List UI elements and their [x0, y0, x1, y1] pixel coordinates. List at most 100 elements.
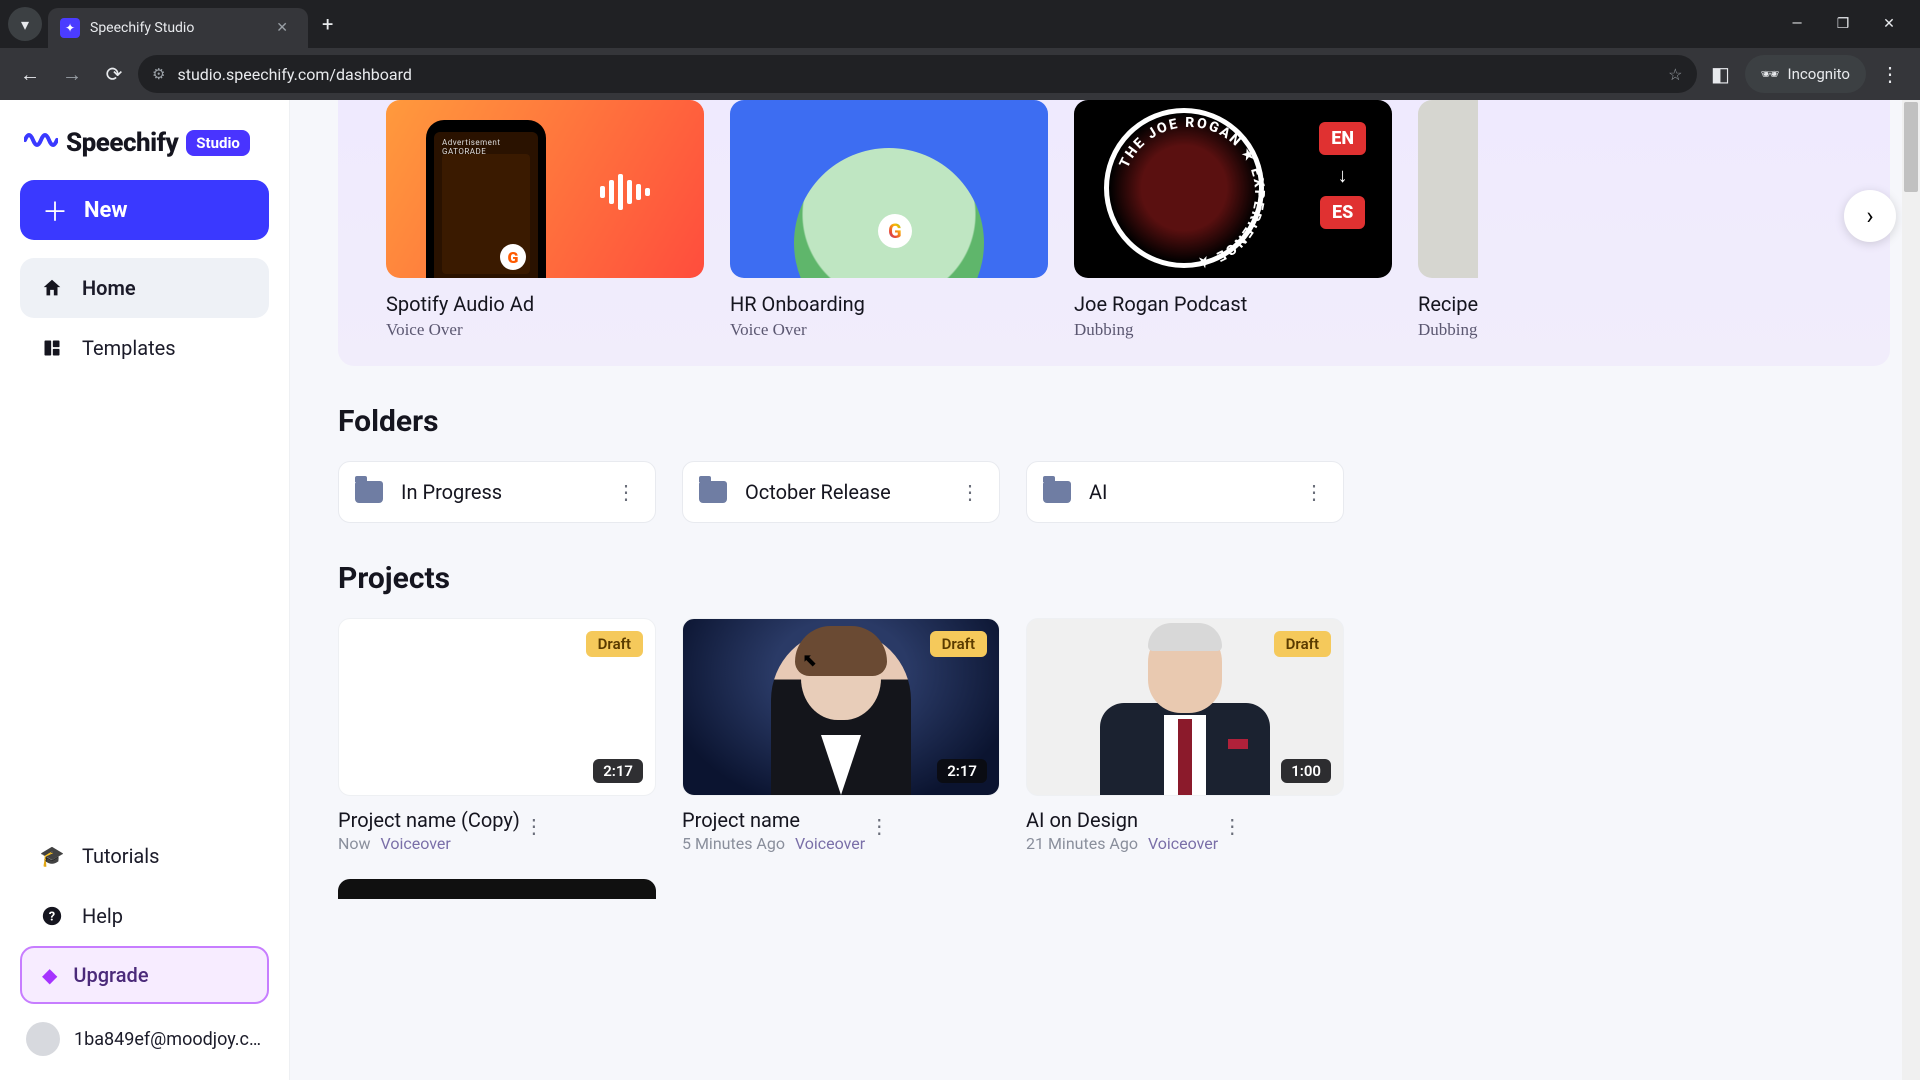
folders-heading: Folders — [338, 404, 1920, 439]
template-thumbnail: Welcome to Google! G — [730, 100, 1048, 278]
svg-text:THE JOE ROGAN ★ EXPERIENCE ★: THE JOE ROGAN ★ EXPERIENCE ★ — [1117, 115, 1267, 271]
project-age: Now — [338, 834, 371, 853]
browser-tab[interactable]: ✦ Speechify Studio ✕ — [48, 8, 308, 48]
template-thumbnail: THE JOE ROGAN ★ EXPERIENCE ★ EN ↓ ES — [1074, 100, 1392, 278]
sidebar-item-label: Help — [82, 904, 123, 928]
project-meta: 5 Minutes Ago Voiceover — [682, 834, 865, 853]
tutorials-icon: 🎓 — [40, 844, 64, 868]
tab-title: Speechify Studio — [90, 20, 268, 36]
browser-menu-icon[interactable]: ⋮ — [1872, 56, 1908, 92]
status-badge: Draft — [586, 631, 643, 657]
scrollbar-thumb[interactable] — [1904, 102, 1918, 192]
project-menu-button[interactable]: ⋮ — [865, 808, 892, 844]
project-menu-button[interactable]: ⋮ — [520, 808, 547, 844]
incognito-indicator[interactable]: 🕶 Incognito — [1745, 55, 1867, 93]
duration-badge: 1:00 — [1281, 759, 1331, 783]
scrollbar-track[interactable] — [1902, 100, 1920, 1080]
carousel-next-button[interactable]: › — [1844, 190, 1896, 242]
template-thumbnail — [1418, 100, 1478, 278]
project-title: Project name (Copy) — [338, 808, 520, 832]
tab-close-icon[interactable]: ✕ — [268, 16, 296, 40]
side-panel-icon[interactable]: ◧ — [1703, 56, 1739, 92]
avatar — [26, 1022, 60, 1056]
account-email: 1ba849ef@moodjoy.c... — [74, 1029, 263, 1050]
window-maximize-icon[interactable]: ❐ — [1820, 16, 1866, 32]
template-card[interactable]: Recipe Dubbing — [1418, 100, 1478, 340]
folder-name: AI — [1089, 480, 1282, 504]
window-close-icon[interactable]: ✕ — [1866, 16, 1912, 32]
template-title: Joe Rogan Podcast — [1074, 292, 1392, 316]
templates-carousel: G Spotify Audio Ad Voice Over Welcome to… — [338, 100, 1890, 366]
folder-menu-button[interactable]: ⋮ — [956, 474, 983, 510]
template-subtitle: Dubbing — [1418, 320, 1478, 340]
folder-menu-button[interactable]: ⋮ — [612, 474, 639, 510]
projects-heading: Projects — [338, 561, 1920, 596]
template-card[interactable]: THE JOE ROGAN ★ EXPERIENCE ★ EN ↓ ES Joe… — [1074, 100, 1392, 340]
site-settings-icon[interactable]: ⚙ — [152, 65, 165, 83]
window-minimize-icon[interactable]: ― — [1774, 16, 1820, 32]
folder-card[interactable]: AI ⋮ — [1026, 461, 1344, 523]
template-card[interactable]: G Spotify Audio Ad Voice Over — [386, 100, 704, 340]
project-card-peek — [338, 879, 656, 899]
template-subtitle: Dubbing — [1074, 320, 1392, 340]
new-button-label: New — [84, 198, 128, 223]
folder-card[interactable]: In Progress ⋮ — [338, 461, 656, 523]
duration-badge: 2:17 — [593, 759, 643, 783]
brand-logo[interactable]: Speechify Studio — [24, 128, 269, 158]
google-logo-icon: G — [878, 214, 912, 248]
svg-text:?: ? — [49, 910, 55, 925]
brand-badge: Studio — [186, 130, 250, 156]
waveform-icon — [598, 170, 654, 224]
brand-word: Speechify — [66, 128, 178, 158]
arrow-down-icon: ↓ — [1338, 163, 1348, 188]
sidebar-item-label: Tutorials — [82, 844, 160, 868]
sidebar-item-home[interactable]: Home — [20, 258, 269, 318]
nav-forward-icon: → — [54, 56, 90, 92]
sidebar-item-help[interactable]: ? Help — [20, 886, 269, 946]
tab-favicon: ✦ — [60, 18, 80, 38]
project-meta: 21 Minutes Ago Voiceover — [1026, 834, 1218, 853]
template-subtitle: Voice Over — [386, 320, 704, 340]
template-card[interactable]: Welcome to Google! G HR Onboarding Voice… — [730, 100, 1048, 340]
sidebar-item-label: Templates — [82, 336, 176, 360]
project-age: 5 Minutes Ago — [682, 834, 785, 853]
plus-icon: ＋ — [42, 192, 68, 229]
project-kind: Voiceover — [1148, 834, 1218, 853]
bookmark-star-icon[interactable]: ☆ — [1668, 65, 1682, 84]
gem-icon: ◆ — [42, 963, 57, 987]
main-content: G Spotify Audio Ad Voice Over Welcome to… — [290, 100, 1920, 1080]
sidebar-item-templates[interactable]: Templates — [20, 318, 269, 378]
browser-tab-strip: ▾ ✦ Speechify Studio ✕ + ― ❐ ✕ — [0, 0, 1920, 48]
url-text: studio.speechify.com/dashboard — [177, 65, 1656, 84]
project-card[interactable]: Draft 2:17 Project name 5 Minutes Ago Vo… — [682, 618, 1000, 899]
upgrade-label: Upgrade — [73, 963, 148, 987]
sidebar: Speechify Studio ＋ New Home Templates 🎓 … — [0, 100, 290, 1080]
template-subtitle: Voice Over — [730, 320, 1048, 340]
folder-icon — [699, 481, 727, 503]
folder-card[interactable]: October Release ⋮ — [682, 461, 1000, 523]
folder-icon — [355, 481, 383, 503]
new-project-button[interactable]: ＋ New — [20, 180, 269, 240]
folder-menu-button[interactable]: ⋮ — [1300, 474, 1327, 510]
logo-mark-icon — [24, 128, 58, 158]
sidebar-item-label: Home — [82, 276, 136, 300]
nav-back-icon[interactable]: ← — [12, 56, 48, 92]
project-thumbnail: Draft 2:17 — [682, 618, 1000, 796]
tab-search-button[interactable]: ▾ — [8, 7, 42, 41]
lang-from-chip: EN — [1319, 122, 1366, 155]
new-tab-button[interactable]: + — [308, 12, 347, 36]
project-card[interactable]: Draft 2:17 Project name (Copy) Now Voice… — [338, 618, 656, 899]
template-title: HR Onboarding — [730, 292, 1048, 316]
upgrade-button[interactable]: ◆ Upgrade — [20, 946, 269, 1004]
sidebar-item-tutorials[interactable]: 🎓 Tutorials — [20, 826, 269, 886]
project-thumbnail: Draft 1:00 — [1026, 618, 1344, 796]
template-title: Spotify Audio Ad — [386, 292, 704, 316]
address-bar[interactable]: ⚙ studio.speechify.com/dashboard ☆ — [138, 55, 1697, 93]
account-row[interactable]: 1ba849ef@moodjoy.c... — [20, 1022, 269, 1056]
incognito-label: Incognito — [1788, 65, 1850, 83]
project-title: AI on Design — [1026, 808, 1218, 832]
project-title: Project name — [682, 808, 865, 832]
project-menu-button[interactable]: ⋮ — [1218, 808, 1245, 844]
project-card[interactable]: Draft 1:00 AI on Design 21 Minutes Ago V… — [1026, 618, 1344, 899]
nav-reload-icon[interactable]: ⟳ — [96, 56, 132, 92]
